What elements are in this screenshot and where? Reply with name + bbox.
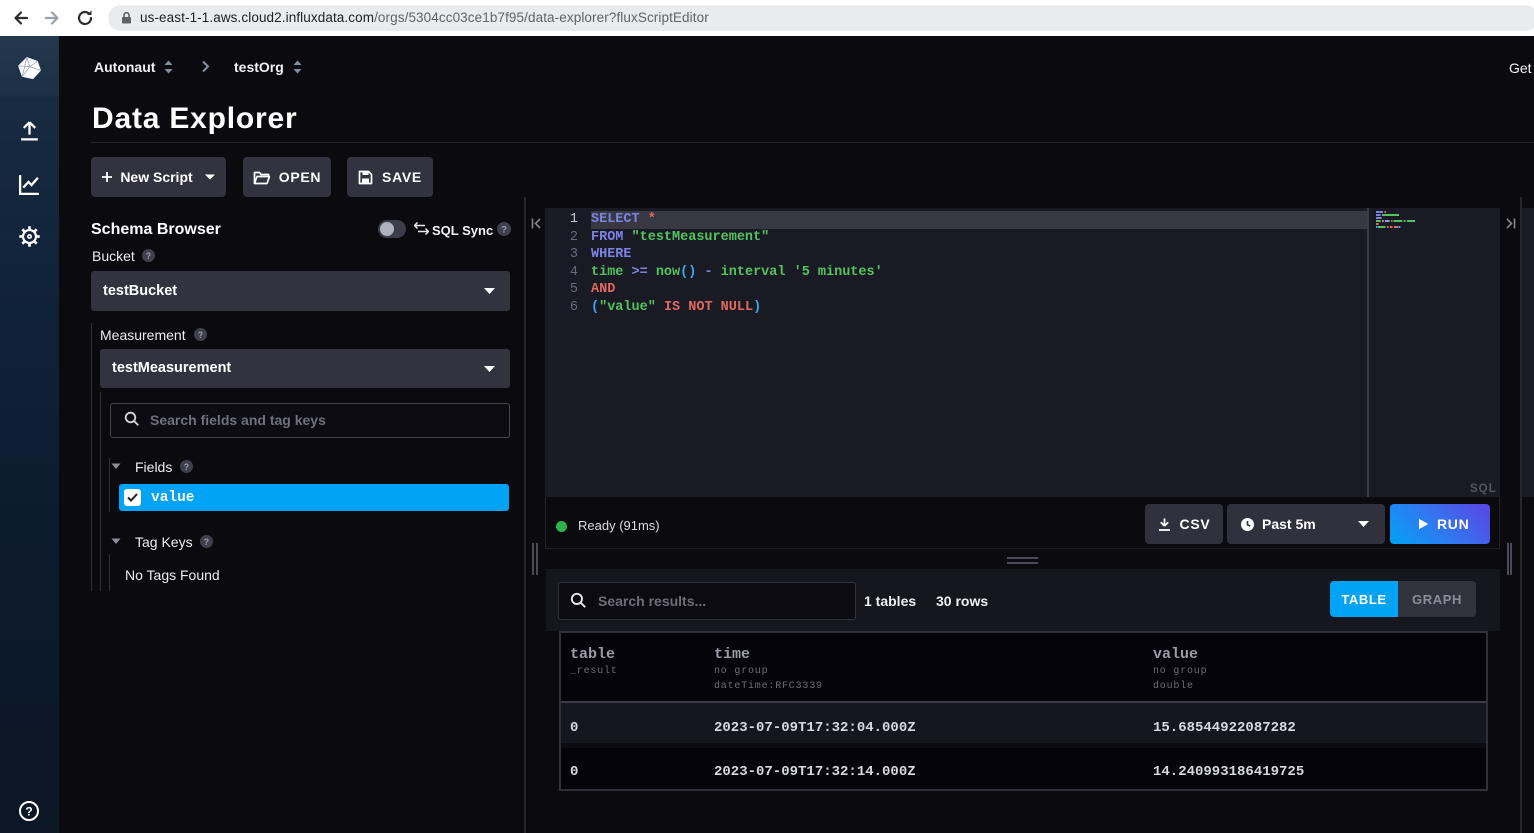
svg-text:?: ? — [204, 537, 209, 547]
svg-text:?: ? — [146, 251, 151, 261]
svg-text:?: ? — [25, 805, 32, 819]
svg-text:?: ? — [501, 225, 507, 236]
svg-text:?: ? — [198, 330, 203, 340]
svg-text:?: ? — [184, 462, 189, 472]
